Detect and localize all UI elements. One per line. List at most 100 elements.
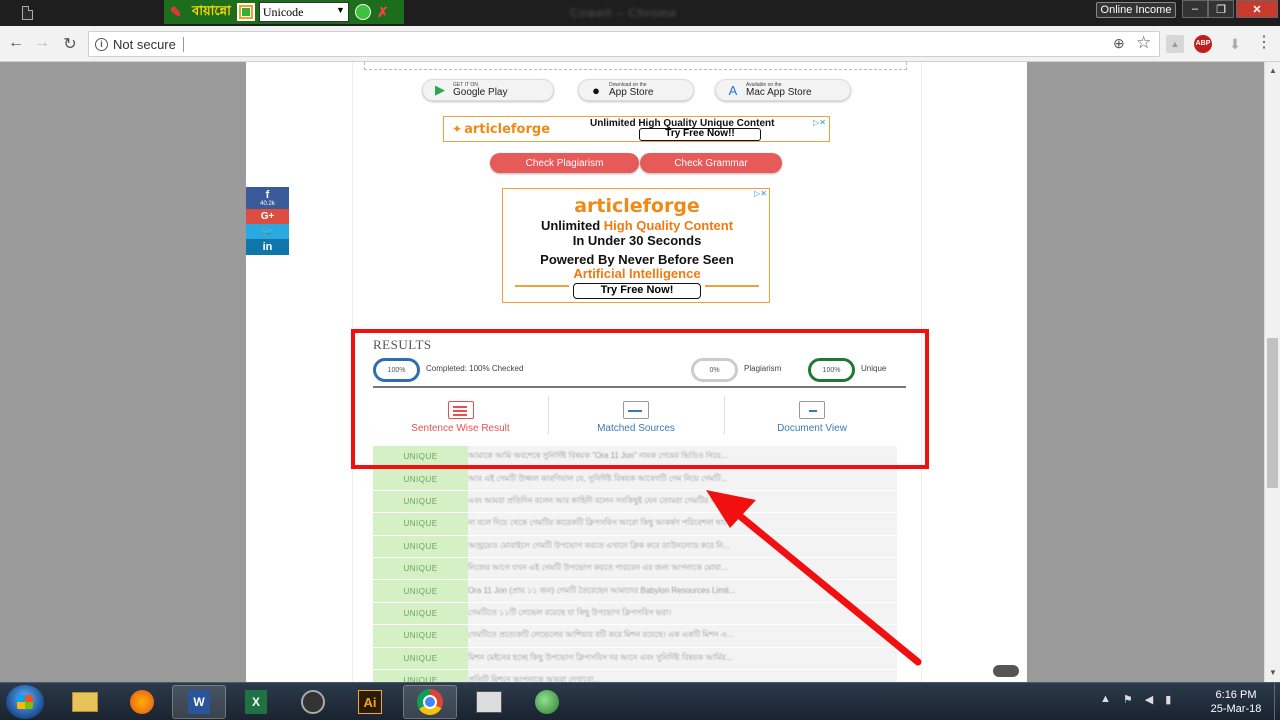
google-play-badge[interactable]: ▶ GET IT ON Google Play [422,79,554,101]
taskbar-word[interactable]: W [172,685,226,719]
result-row[interactable]: UNIQUE মিশন মেইনের হচ্ছে কিছু উপভোগ ক্লিপ… [373,647,897,670]
info-icon[interactable]: i [95,38,108,51]
power-icon[interactable]: ▮ [1165,693,1171,706]
taskbar-printer[interactable] [462,685,516,719]
ad-choices-icon[interactable]: ▷✕ [813,118,826,127]
taskbar-media-player[interactable] [286,685,340,719]
chevron-down-icon: ▼ [335,5,345,15]
ad-line-3: Powered By Never Before Seen [540,252,734,267]
avro-globe-icon[interactable] [354,4,371,20]
pdf-extension-icon[interactable]: ▲ [1166,35,1184,53]
show-desktop-button[interactable] [1274,683,1280,720]
ad-line-1: Unlimited High Quality Content [503,219,771,233]
result-row[interactable]: UNIQUE আন্ড্রয়েড মোবাইলে গেমটি উপভোগ করত… [373,535,897,558]
page-scrollbar[interactable]: ▲ ▼ [1264,62,1280,682]
taskbar-excel[interactable]: X [229,685,283,719]
system-tray: ▲ ⚑ ◀ ▮ [1100,693,1171,706]
taskbar-chrome[interactable] [403,685,457,719]
taskbar-globe-app[interactable] [520,685,574,719]
result-row[interactable]: UNIQUE এবং আমরা প্রতিদিন বলেন আর কাহিনী ব… [373,490,897,514]
page-tab-icon[interactable] [22,6,33,20]
word-icon: W [188,690,210,714]
online-income-button[interactable]: Online Income [1096,2,1176,18]
taskbar-firefox[interactable] [115,685,169,719]
app-store-badge[interactable]: ● Download on the App Store [578,79,694,101]
firefox-icon [130,690,154,714]
adblock-extension-icon[interactable]: ABP [1194,35,1212,53]
tray-expand-icon[interactable]: ▲ [1100,693,1111,706]
result-row[interactable]: UNIQUE Ora 11 Jon (প্রায় ১১ জন) গেমটি তৈ… [373,580,897,603]
forward-arrow-icon[interactable]: → [32,34,52,52]
ad-line-2: In Under 30 Seconds [572,233,702,248]
sentence-results-list: UNIQUE আমাকে আমি অবশেষে সুনির্দিষ্ট বিষয়… [373,446,897,693]
avro-name-label[interactable]: বায়ান্নো [192,2,231,23]
unique-status-badge: UNIQUE [373,468,468,490]
avro-logo-icon[interactable]: ✎ [170,4,188,21]
ad-choices-icon[interactable]: ▷✕ [754,189,767,198]
maximize-button[interactable]: ❐ [1208,0,1234,18]
unique-status-badge: UNIQUE [373,602,468,625]
address-bar[interactable]: i Not secure ⊕ ☆ [88,31,1160,57]
result-sentence-cell: আর এই গেমটি উজ্জল কারণিয়াল যে, সুনির্দি… [468,468,897,490]
unique-status-badge: UNIQUE [373,535,468,557]
check-plagiarism-button[interactable]: Check Plagiarism [490,153,639,173]
avro-mode-toggle[interactable] [236,3,255,21]
globe-icon [535,690,559,714]
check-grammar-button[interactable]: Check Grammar [640,153,782,173]
result-row[interactable]: UNIQUE আর এই গেমটি উজ্জল কারণিয়াল যে, সু… [373,468,897,491]
result-sentence-cell: গেমটিতে প্রত্যেকটি লেভেলের আশিয়ার বটি ক… [468,625,897,647]
mac-app-store-badge[interactable]: A Available on the Mac App Store [715,79,851,101]
result-sentence-text: আর এই গেমটি উজ্জল কারণিয়াল যে, সুনির্দি… [468,473,728,483]
result-row[interactable]: UNIQUE না বলে দিয়ে থেকে গেমটির কারেকটি ক… [373,513,897,536]
result-row[interactable]: UNIQUE গেমটিতে প্রত্যেকটি লেভেলের আশিয়ার… [373,625,897,648]
volume-icon[interactable]: ◀ [1145,693,1153,706]
avro-tools-icon[interactable]: ✗ [377,4,389,21]
articleforge-banner-ad[interactable]: ✦ articleforge Unlimited High Quality Uni… [443,116,830,142]
printer-icon [476,691,502,713]
result-row[interactable]: UNIQUE গেমটিতে ১১টি লেভেল রয়েছে যা কিছু … [373,602,897,626]
taskbar-illustrator[interactable]: Ai [343,685,397,719]
facebook-share-button[interactable]: f 40.2k [246,187,289,209]
omnibox-divider [183,37,184,52]
googleplus-share-button[interactable]: G+ [246,209,289,224]
result-sentence-cell: নিজের আগে যখন এই গেমটি উপভোগ করতে পারবেন… [468,557,897,580]
minimize-button[interactable]: – [1182,0,1208,18]
results-highlight-frame [351,329,929,469]
back-arrow-icon[interactable]: ← [6,34,26,52]
mac-app-store-icon: A [728,82,738,98]
zoom-icon[interactable]: ⊕ [1113,35,1125,52]
linkedin-share-button[interactable]: in [246,239,289,255]
excel-icon: X [245,690,267,714]
keyboard-layout-select[interactable]: Unicode ▼ [258,2,349,22]
scroll-top-button[interactable] [993,665,1019,677]
ad-line-4: Artificial Intelligence [573,266,701,281]
twitter-icon: 🐦 [260,226,275,238]
result-sentence-text: গেমটিতে প্রত্যেকটি লেভেলের আশিয়ার বটি ক… [468,630,734,640]
keyboard-layout-value: Unicode [262,4,304,19]
unique-status-badge: UNIQUE [373,490,468,513]
ad-line-1a: Unlimited [540,218,604,233]
scroll-down-arrow-icon[interactable]: ▼ [1269,668,1277,677]
ad-try-free-button[interactable]: Try Free Now!! [639,128,761,141]
upload-dropzone-edge [364,62,907,70]
twitter-share-button[interactable]: 🐦 [246,224,289,239]
taskbar-file-explorer[interactable] [58,685,112,719]
articleforge-logo: ✦ articleforge [452,122,550,137]
security-label[interactable]: Not secure [113,37,176,52]
network-icon[interactable]: ⚑ [1123,693,1133,706]
ad-try-free-button[interactable]: Try Free Now! [573,283,701,299]
articleforge-box-ad[interactable]: articleforge Unlimited High Quality Cont… [502,188,770,303]
browser-toolbar: ← → ↻ i Not secure ⊕ ☆ ▲ ABP ⬇ ⋮ [0,26,1280,62]
result-row[interactable]: UNIQUE নিজের আগে যখন এই গেমটি উপভোগ করতে … [373,557,897,581]
reload-icon[interactable]: ↻ [60,34,80,54]
browser-menu-icon[interactable]: ⋮ [1256,32,1272,52]
scrollbar-thumb[interactable] [1267,338,1278,488]
download-extension-icon[interactable]: ⬇ [1226,35,1244,53]
store-badge-name: App Store [609,86,654,98]
system-clock[interactable]: 6:16 PM 25-Mar-18 [1200,688,1272,716]
start-button[interactable] [6,685,44,719]
close-window-button[interactable]: ✕ [1236,0,1278,18]
unique-status-badge: UNIQUE [373,580,468,602]
bookmark-star-icon[interactable]: ☆ [1136,33,1151,53]
scroll-up-arrow-icon[interactable]: ▲ [1269,66,1277,75]
